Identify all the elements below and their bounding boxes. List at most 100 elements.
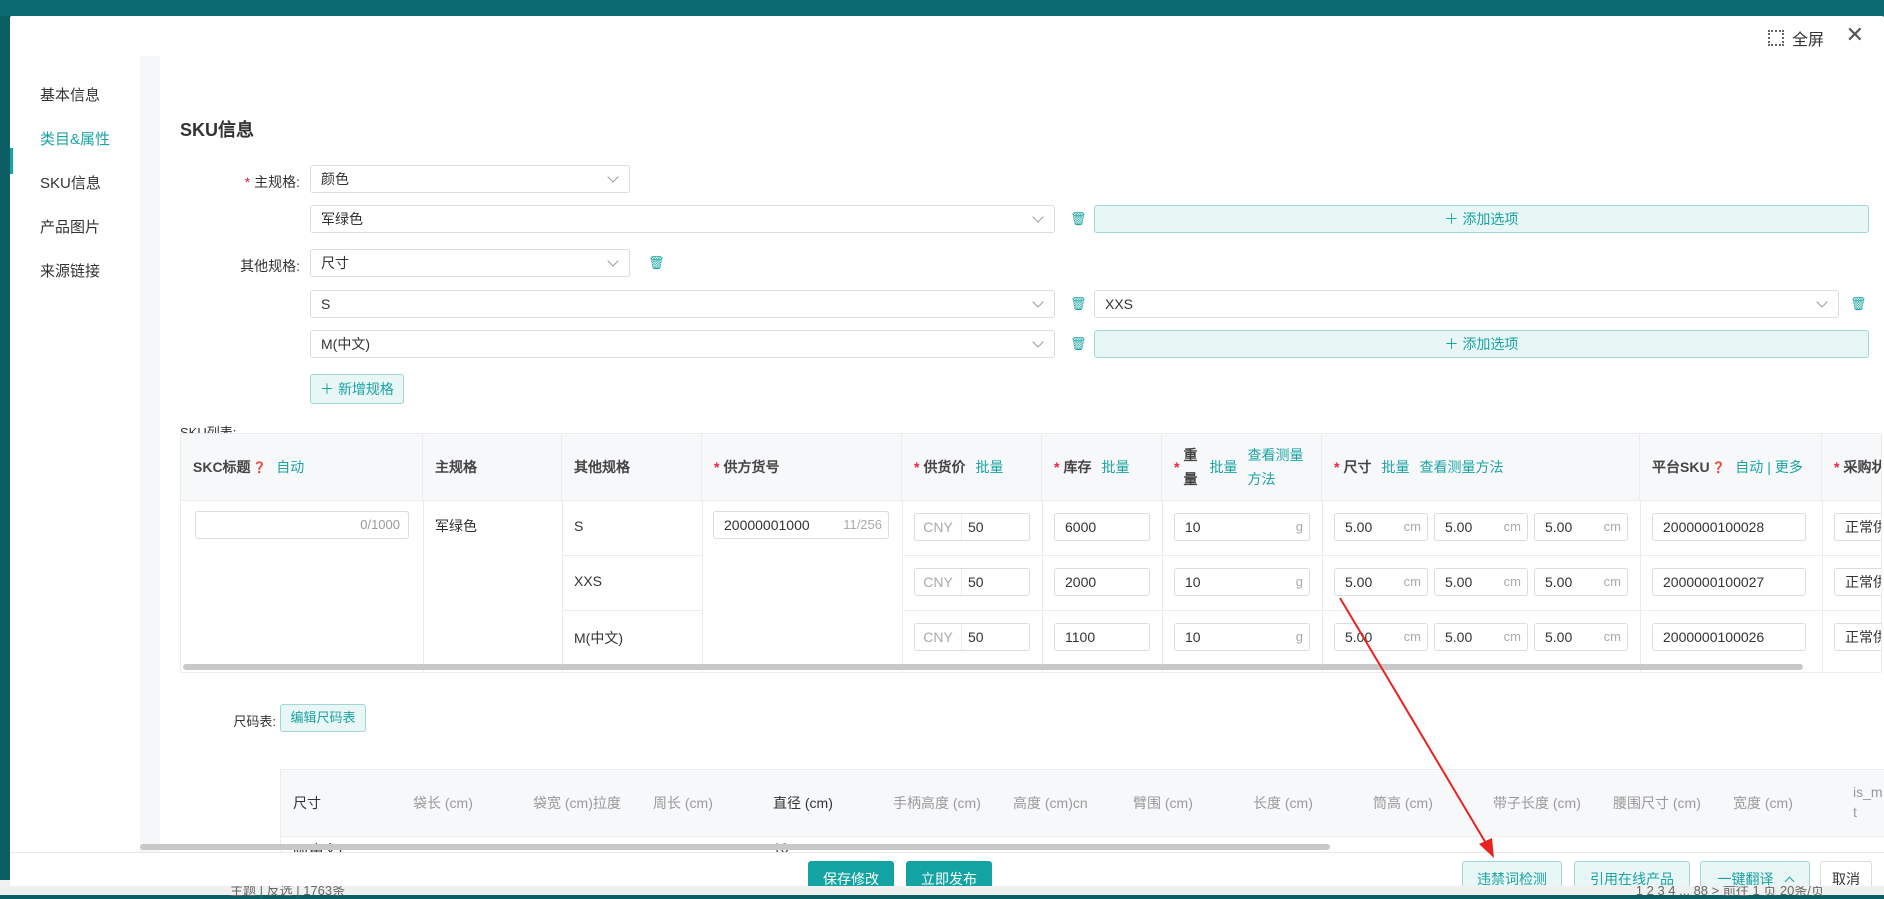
delete-icon[interactable]: 🗑 [1070, 336, 1087, 351]
column-header-supplier-no: * 供方货号 [702, 434, 902, 500]
size-chart-column-header: 尺寸 [293, 795, 321, 811]
platform-sku-input[interactable]: 2000000100026 [1652, 623, 1806, 651]
edit-size-chart-button[interactable]: 编辑尺码表 [280, 704, 366, 732]
publish-now-button[interactable]: 立即发布 [906, 861, 992, 886]
size-chart-column-header: 长度 (cm) [1253, 795, 1313, 811]
batch-price-link[interactable]: 批量 [975, 457, 1003, 477]
column-header-skc: SKC标题 ❓ 自动 [181, 434, 423, 500]
width-input[interactable]: 5.00 cm [1434, 623, 1528, 651]
main-spec-option-select[interactable]: 军绿色 [310, 205, 1055, 233]
column-divider [1042, 500, 1043, 672]
stock-input[interactable]: 6000 [1054, 513, 1150, 541]
length-input[interactable]: 5.00 cm [1334, 513, 1428, 541]
sidebar-item-basic-info[interactable]: 基本信息 [40, 84, 100, 105]
other-spec-option-select[interactable]: S [310, 290, 1055, 318]
sidebar-item-source-links[interactable]: 来源链接 [40, 260, 100, 281]
column-header-purchase-status: * 采购状 [1834, 459, 1882, 475]
chevron-up-icon [1784, 876, 1794, 886]
length-input[interactable]: 5.00 cm [1334, 623, 1428, 651]
sku-row-spec: M(中文) [574, 630, 623, 646]
purchase-status-select[interactable]: 正常供 [1834, 623, 1881, 651]
fullscreen-button[interactable]: 全屏 [1767, 26, 1824, 50]
skc-title-input[interactable]: 0/1000 [195, 511, 409, 539]
sidebar-item-product-images[interactable]: 产品图片 [40, 216, 100, 237]
auto-link[interactable]: 自动 [1735, 457, 1763, 477]
batch-weight-link[interactable]: 批量 [1209, 457, 1237, 477]
width-input[interactable]: 5.00 cm [1434, 568, 1528, 596]
column-divider [1162, 500, 1163, 672]
weight-input[interactable]: 10 g [1174, 513, 1310, 541]
row-divider [902, 555, 1881, 556]
other-spec-label: 其他规格: [240, 258, 300, 274]
other-spec-select[interactable]: 尺寸 [310, 249, 630, 277]
measure-method-link[interactable]: 查看测量方法 [1419, 457, 1503, 477]
purchase-status-select[interactable]: 正常供 [1834, 513, 1881, 541]
cancel-button[interactable]: 取消 [1820, 861, 1872, 886]
supplier-no-input[interactable]: 20000001000 11/256 [713, 511, 889, 539]
one-click-translate-button[interactable]: 一键翻译 [1700, 861, 1810, 886]
fullscreen-icon [1767, 30, 1784, 46]
content-horizontal-scrollbar[interactable] [140, 844, 1330, 850]
delete-icon[interactable]: 🗑 [648, 255, 665, 270]
column-divider [1640, 500, 1641, 672]
delete-icon[interactable]: 🗑 [1070, 211, 1087, 226]
measure-method-link[interactable]: 查看测量方法 [1247, 443, 1303, 491]
add-option-button[interactable]: ＋ 添加选项 [1094, 330, 1869, 358]
column-header-other-spec: 其他规格 [562, 434, 702, 500]
size-chart-column-header: 高度 (cm)cn [1013, 795, 1088, 811]
sku-row-spec: XXS [574, 573, 603, 589]
main-content: SKU信息 * 主规格: 颜色 军绿色 🗑 ＋ 添加选项 其他规格: 尺寸 🗑 S… [140, 56, 1884, 858]
size-chart-column-header: 宽度 (cm) [1733, 795, 1793, 811]
batch-stock-link[interactable]: 批量 [1101, 457, 1129, 477]
size-chart-column-header: 带子长度 (cm) [1493, 795, 1581, 811]
modal-footer: 保存修改 立即发布 违禁词检测 引用在线产品 一键翻译 取消 [10, 852, 1884, 886]
platform-sku-input[interactable]: 2000000100027 [1652, 568, 1806, 596]
main-spec-select[interactable]: 颜色 [310, 165, 630, 193]
cite-online-product-button[interactable]: 引用在线产品 [1574, 861, 1690, 886]
other-spec-option-select[interactable]: XXS [1094, 290, 1839, 318]
height-input[interactable]: 5.00 cm [1534, 623, 1628, 651]
other-spec-option-select[interactable]: M(中文) [310, 330, 1055, 358]
batch-size-link[interactable]: 批量 [1381, 457, 1409, 477]
size-chart-label: 尺码表: [233, 714, 276, 729]
height-input[interactable]: 5.00 cm [1534, 513, 1628, 541]
price-input[interactable]: CNY 50 [914, 513, 1030, 541]
column-header-size: * 尺寸 批量 查看测量方法 [1322, 434, 1640, 500]
column-divider [1322, 500, 1323, 672]
sidebar-item-category-attributes[interactable]: 类目&属性 [40, 128, 110, 149]
row-divider [562, 555, 702, 556]
sku-row-spec: S [574, 518, 584, 534]
stock-input[interactable]: 1100 [1054, 623, 1150, 651]
row-divider [562, 610, 702, 611]
main-spec-label: * 主规格: [244, 174, 300, 190]
column-divider [902, 500, 903, 672]
column-header-weight: * 重量 批量 查看测量方法 [1162, 434, 1322, 500]
size-chart-column-header: 臂围 (cm) [1133, 795, 1193, 811]
table-horizontal-scrollbar[interactable] [183, 664, 1803, 670]
sidebar-item-sku-info[interactable]: SKU信息 [40, 172, 101, 193]
column-divider [702, 500, 703, 672]
save-changes-button[interactable]: 保存修改 [808, 861, 894, 886]
more-link[interactable]: 更多 [1775, 457, 1803, 477]
price-input[interactable]: CNY 50 [914, 623, 1030, 651]
size-chart-column-header: 腰围尺寸 (cm) [1613, 795, 1701, 811]
length-input[interactable]: 5.00 cm [1334, 568, 1428, 596]
price-input[interactable]: CNY 50 [914, 568, 1030, 596]
close-icon[interactable]: ✕ [1846, 22, 1864, 48]
prohibited-words-check-button[interactable]: 违禁词检测 [1462, 861, 1562, 886]
section-title: SKU信息 [180, 120, 255, 140]
delete-icon[interactable]: 🗑 [1850, 296, 1867, 311]
add-spec-button[interactable]: ＋ 新增规格 [310, 374, 404, 404]
purchase-status-select[interactable]: 正常供 [1834, 568, 1881, 596]
height-input[interactable]: 5.00 cm [1534, 568, 1628, 596]
delete-icon[interactable]: 🗑 [1070, 296, 1087, 311]
stock-input[interactable]: 2000 [1054, 568, 1150, 596]
width-input[interactable]: 5.00 cm [1434, 513, 1528, 541]
auto-link[interactable]: 自动 [276, 457, 304, 477]
weight-input[interactable]: 10 g [1174, 623, 1310, 651]
add-option-button[interactable]: ＋ 添加选项 [1094, 205, 1869, 233]
weight-input[interactable]: 10 g [1174, 568, 1310, 596]
platform-sku-input[interactable]: 2000000100028 [1652, 513, 1806, 541]
sku-panel: SKU信息 * 主规格: 颜色 军绿色 🗑 ＋ 添加选项 其他规格: 尺寸 🗑 S… [140, 56, 1884, 858]
edit-product-modal: 全屏 ✕ 基本信息 类目&属性 SKU信息 产品图片 来源链接 SKU信息 * 主… [10, 16, 1884, 886]
